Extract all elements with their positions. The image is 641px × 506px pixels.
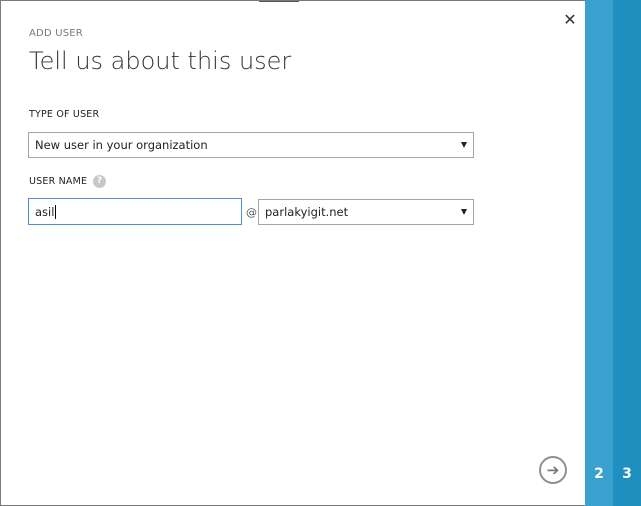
user-name-value: asil bbox=[35, 204, 55, 219]
type-of-user-label: TYPE OF USER bbox=[29, 109, 100, 120]
step-2-number: 2 bbox=[594, 466, 604, 482]
step-2-panel[interactable]: 2 bbox=[585, 0, 613, 506]
type-of-user-value: New user in your organization bbox=[35, 138, 208, 152]
user-name-input[interactable]: asil bbox=[28, 198, 242, 225]
arrow-right-circle-icon: ➔ bbox=[546, 461, 560, 479]
close-icon[interactable]: ✕ bbox=[561, 11, 579, 29]
text-cursor bbox=[55, 204, 57, 219]
page-title: Tell us about this user bbox=[29, 47, 292, 75]
dialog-eyebrow: ADD USER bbox=[29, 28, 83, 39]
top-edge-marker bbox=[259, 1, 299, 5]
user-name-label: USER NAME bbox=[29, 176, 88, 187]
next-button[interactable]: ➔ bbox=[539, 456, 567, 484]
chevron-down-icon bbox=[461, 209, 467, 215]
help-icon[interactable]: ? bbox=[93, 175, 106, 188]
add-user-dialog: ✕ ADD USER Tell us about this user TYPE … bbox=[0, 0, 641, 506]
at-symbol: @ bbox=[246, 206, 257, 219]
type-of-user-select[interactable]: New user in your organization bbox=[28, 132, 474, 158]
domain-select[interactable]: parlakyigit.net bbox=[258, 199, 474, 225]
chevron-down-icon bbox=[461, 142, 467, 148]
step-3-number: 3 bbox=[622, 466, 632, 482]
domain-value: parlakyigit.net bbox=[265, 205, 349, 219]
step-3-panel[interactable]: 3 bbox=[613, 0, 641, 506]
